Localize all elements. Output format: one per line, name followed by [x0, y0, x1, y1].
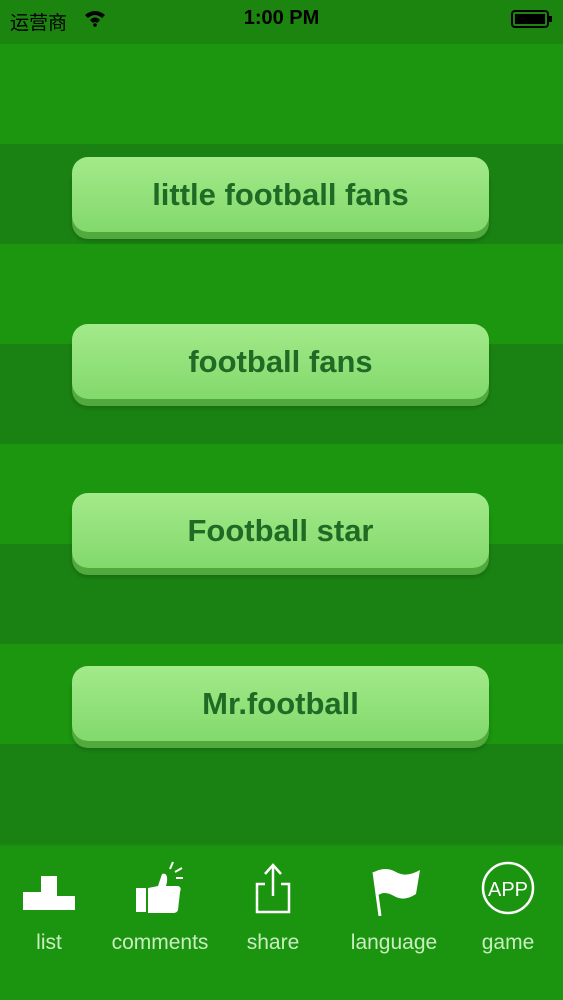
football-star-button[interactable]: Football star: [72, 493, 489, 568]
little-football-fans-button[interactable]: little football fans: [72, 157, 489, 232]
football-fans-button[interactable]: football fans: [72, 324, 489, 399]
tab-list-label: list: [36, 931, 62, 954]
podium-icon: [23, 876, 75, 910]
share-icon: [255, 863, 291, 914]
battery-icon: [511, 10, 552, 28]
tab-comments-label: comments: [111, 931, 209, 954]
app-icon: APP: [481, 861, 535, 915]
tab-list[interactable]: list: [0, 846, 98, 1000]
tab-language-label: language: [350, 931, 438, 954]
tab-share-label: share: [246, 931, 300, 954]
tab-game-label: game: [481, 931, 535, 954]
tab-bar: list comments share language APP game: [0, 846, 563, 1000]
status-bar: 运营商 1:00 PM: [0, 0, 563, 44]
tab-game[interactable]: APP game: [462, 846, 554, 1000]
tab-comments[interactable]: comments: [108, 846, 212, 1000]
app-icon-text: APP: [488, 879, 528, 901]
field-stripe: [0, 744, 563, 844]
field-stripe: [0, 44, 563, 144]
flag-icon: [372, 869, 420, 916]
tab-language[interactable]: language: [334, 846, 454, 1000]
thumbs-up-icon: [136, 861, 183, 913]
clock-time: 1:00 PM: [243, 7, 320, 29]
tab-share[interactable]: share: [222, 846, 324, 1000]
mr-football-button[interactable]: Mr.football: [72, 666, 489, 741]
